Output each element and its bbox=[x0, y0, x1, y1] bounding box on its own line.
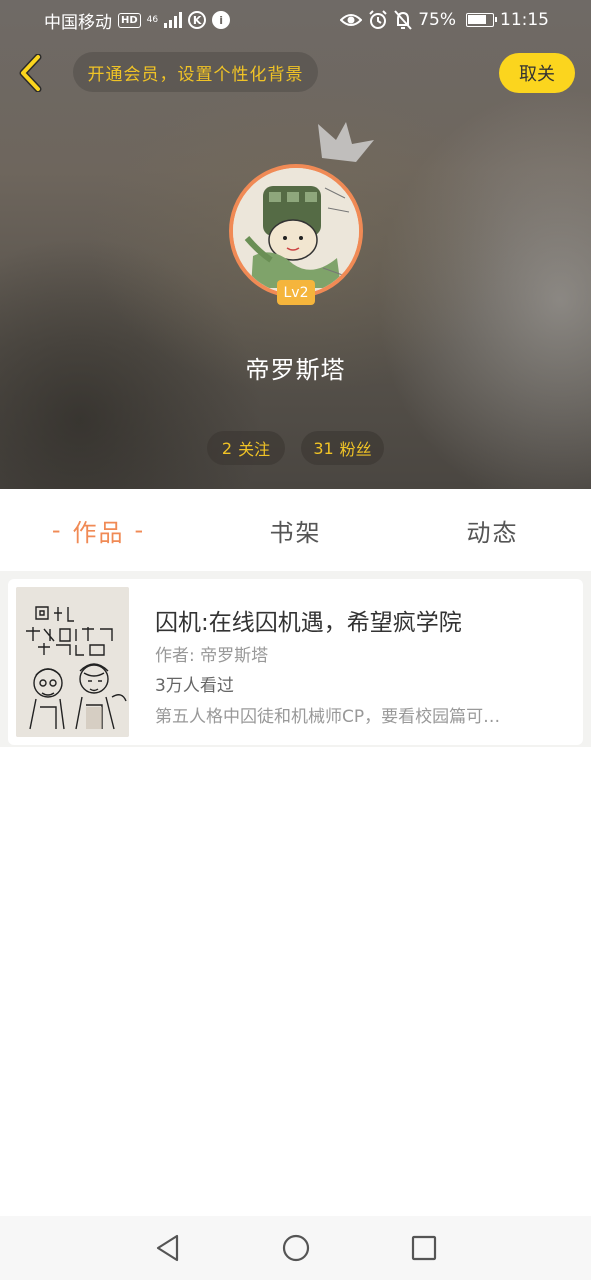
network-type-label: 46 bbox=[146, 14, 159, 25]
status-left: 中国移动 HD 46 K i bbox=[44, 8, 231, 33]
profile-header: 中国移动 HD 46 K i 75% 11:15 开通会员，设置个性化背景 取关… bbox=[0, 0, 591, 489]
list-item[interactable]: 囚机:在线囚机遇，希望疯学院 作者: 帝罗斯塔 3万人看过 第五人格中囚徒和机械… bbox=[8, 579, 583, 745]
eye-icon bbox=[340, 14, 363, 26]
status-bar: 中国移动 HD 46 K i 75% 11:15 bbox=[0, 0, 591, 40]
fans-label: 粉丝 bbox=[339, 440, 372, 459]
status-right: 75% 11:15 bbox=[340, 10, 549, 30]
system-nav-bar bbox=[0, 1216, 591, 1280]
book-author: 作者: 帝罗斯塔 bbox=[155, 646, 269, 666]
book-views: 3万人看过 bbox=[155, 676, 234, 696]
username: 帝罗斯塔 bbox=[245, 356, 346, 384]
k-app-icon: K bbox=[188, 11, 207, 29]
alarm-icon bbox=[369, 10, 387, 29]
tab-bookshelf-label: 书架 bbox=[269, 518, 322, 547]
chevron-left-icon bbox=[19, 54, 42, 92]
clock-time: 11:15 bbox=[500, 10, 549, 30]
circle-home-icon bbox=[282, 1234, 309, 1262]
square-recent-icon bbox=[411, 1235, 436, 1261]
carrier-label: 中国移动 bbox=[44, 12, 112, 33]
hd-icon: HD bbox=[118, 12, 141, 28]
book-description: 第五人格中囚徒和机械师CP，要看校园篇可… bbox=[155, 707, 501, 727]
following-count: 2 bbox=[221, 438, 233, 458]
avatar-drawing bbox=[233, 168, 359, 294]
signal-icon bbox=[164, 12, 183, 28]
unfollow-button[interactable]: 取关 bbox=[499, 53, 575, 93]
battery-icon bbox=[466, 13, 497, 27]
following-label: 关注 bbox=[238, 440, 271, 459]
tab-works-label: 作品 bbox=[72, 518, 125, 547]
vip-background-prompt[interactable]: 开通会员，设置个性化背景 bbox=[73, 52, 318, 92]
battery-percent: 75% bbox=[418, 10, 456, 30]
tab-activity[interactable]: 动态 bbox=[394, 489, 591, 571]
mute-bell-icon bbox=[394, 10, 412, 30]
fans-count: 31 bbox=[313, 438, 334, 458]
tab-indicator-right: - bbox=[134, 516, 146, 544]
nav-recent-button[interactable] bbox=[404, 1228, 444, 1268]
profile-tabs: - 作品 - 书架 动态 bbox=[0, 489, 591, 571]
book-title: 囚机:在线囚机遇，希望疯学院 bbox=[155, 610, 462, 636]
tab-activity-label: 动态 bbox=[466, 518, 519, 547]
avatar[interactable] bbox=[229, 164, 363, 298]
book-cover bbox=[16, 587, 129, 737]
following-button[interactable]: 2 关注 bbox=[207, 431, 285, 465]
tab-indicator-left: - bbox=[51, 516, 63, 544]
nav-back-button[interactable] bbox=[148, 1228, 188, 1268]
cover-drawing bbox=[16, 587, 129, 737]
back-button[interactable] bbox=[14, 54, 48, 92]
tab-bookshelf[interactable]: 书架 bbox=[197, 489, 394, 571]
avatar-image bbox=[229, 164, 363, 298]
info-icon: i bbox=[212, 11, 231, 29]
level-badge: Lv2 bbox=[277, 280, 315, 305]
tab-works[interactable]: - 作品 - bbox=[0, 489, 197, 571]
fans-button[interactable]: 31 粉丝 bbox=[301, 431, 384, 465]
nav-home-button[interactable] bbox=[276, 1228, 316, 1268]
triangle-back-icon bbox=[156, 1234, 178, 1262]
